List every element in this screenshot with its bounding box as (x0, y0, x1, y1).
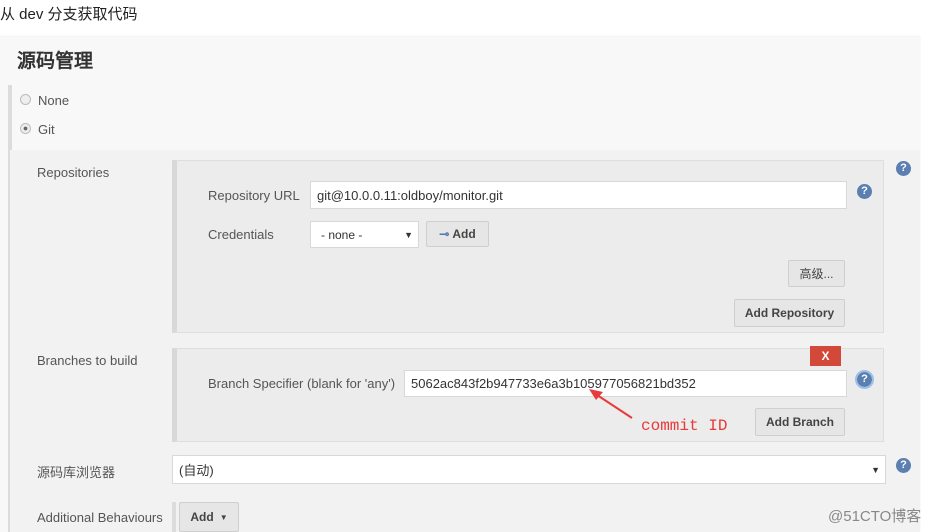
add-credentials-button[interactable]: ⊸ Add (426, 221, 489, 247)
dropdown-arrow-icon: ▼ (404, 229, 413, 240)
repository-url-label: Repository URL (208, 188, 300, 203)
behaviours-bar (172, 502, 176, 532)
annotation-arrow-icon (589, 389, 633, 419)
branch-specifier-label: Branch Specifier (blank for 'any') (208, 376, 396, 391)
dropdown-arrow-icon: ▼ (871, 464, 880, 475)
commit-id-annotation: commit ID (641, 417, 728, 435)
add-branch-button[interactable]: Add Branch (755, 408, 845, 436)
help-icon[interactable]: ? (896, 161, 911, 176)
credentials-value: - none - (321, 227, 363, 242)
key-icon: ⊸ (439, 227, 450, 241)
radio-none-label: None (38, 93, 70, 108)
help-icon[interactable]: ? (855, 370, 874, 389)
radio-none[interactable] (20, 94, 31, 105)
credentials-label: Credentials (208, 227, 274, 242)
radio-git[interactable] (20, 123, 31, 134)
add-behaviour-button[interactable]: Add ▼ (179, 502, 239, 532)
browser-select[interactable]: (自动) ▼ (172, 455, 886, 484)
watermark: @51CTO博客 (828, 508, 922, 525)
help-icon[interactable]: ? (857, 184, 872, 199)
section-title: 源码管理 (17, 51, 94, 72)
help-icon[interactable]: ? (896, 458, 911, 473)
add-repository-button[interactable]: Add Repository (734, 299, 845, 327)
behaviours-label: Additional Behaviours (37, 510, 163, 525)
dropdown-arrow-icon: ▼ (219, 512, 228, 522)
branches-label: Branches to build (37, 353, 138, 368)
browser-label: 源码库浏览器 (37, 465, 116, 480)
radio-git-label: Git (38, 122, 55, 137)
advanced-button[interactable]: 高级... (788, 260, 845, 287)
delete-branch-button[interactable]: X (810, 346, 841, 366)
repository-url-input[interactable]: git@10.0.0.11:oldboy/monitor.git (310, 181, 847, 209)
credentials-select[interactable]: - none - ▼ (310, 221, 419, 248)
caption: 从 dev 分支获取代码 (0, 6, 138, 23)
repositories-label: Repositories (37, 165, 110, 180)
